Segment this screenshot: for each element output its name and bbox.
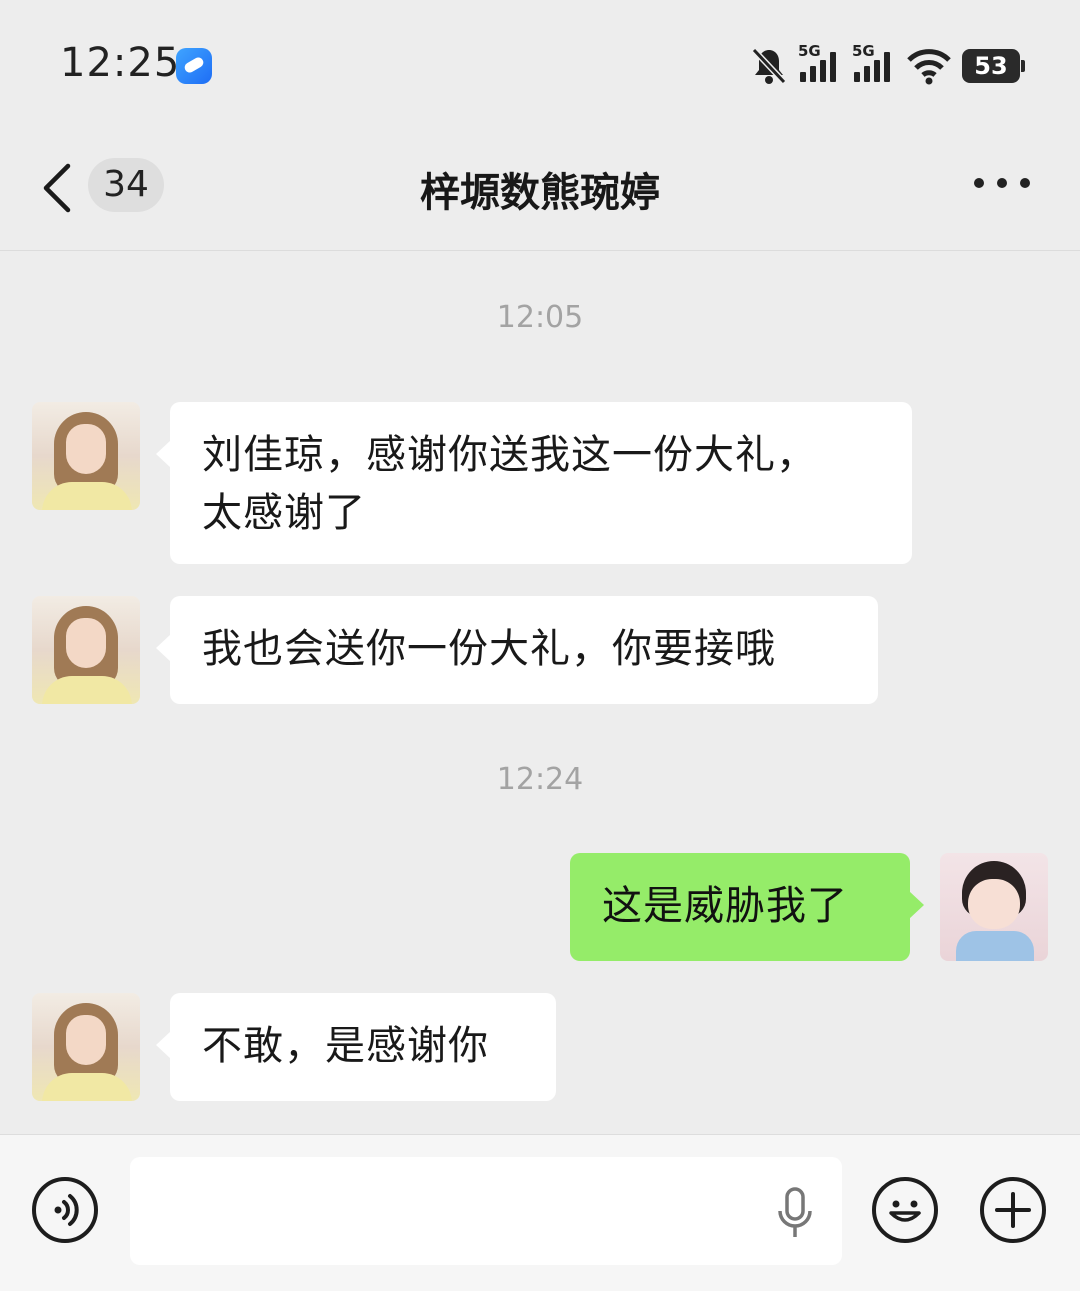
signal-label: 5G	[852, 42, 875, 60]
battery-level: 53	[974, 52, 1008, 80]
incoming-message-bubble[interactable]: 我也会送你一份大礼，你要接哦	[156, 596, 878, 704]
system-icons: 5G 5G 53	[750, 42, 1025, 88]
emoji-icon[interactable]	[872, 1177, 938, 1243]
microphone-icon[interactable]	[776, 1187, 814, 1241]
message-timestamp: 12:24	[496, 762, 584, 797]
contact-avatar[interactable]	[32, 402, 140, 510]
status-bar: 12:25 5G 5G 53	[0, 0, 1080, 130]
outgoing-message-bubble[interactable]: 这是威胁我了	[570, 853, 924, 961]
incoming-message-bubble[interactable]: 不敢，是感谢你	[156, 993, 556, 1101]
message-text: 这是威胁我了	[602, 883, 848, 929]
incoming-message-bubble[interactable]: 刘佳琼，感谢你送我这一份大礼， 太感谢了	[156, 402, 912, 564]
app-icon	[176, 48, 212, 84]
message-text-line: 刘佳琼，感谢你送我这一份大礼，	[202, 432, 817, 478]
battery-icon: 53	[962, 49, 1025, 83]
signal-icon: 5G	[798, 42, 842, 86]
message-text-line: 太感谢了	[202, 490, 366, 536]
contact-avatar[interactable]	[32, 993, 140, 1101]
status-time: 12:25	[60, 40, 181, 86]
voice-mode-icon[interactable]	[32, 1177, 98, 1243]
message-text: 不敢，是感谢你	[202, 1023, 489, 1069]
message-timestamp: 12:05	[496, 300, 584, 335]
mute-bell-icon	[751, 47, 787, 85]
signal-label: 5G	[798, 42, 821, 60]
wifi-icon	[907, 49, 951, 85]
chat-title: 梓塬数熊琬婷	[420, 170, 660, 216]
more-dots-icon[interactable]	[974, 178, 1030, 192]
message-input[interactable]	[130, 1157, 842, 1265]
contact-avatar[interactable]	[32, 596, 140, 704]
chat-header: 34 梓塬数熊琬婷	[0, 130, 1080, 251]
plus-icon[interactable]	[980, 1177, 1046, 1243]
my-avatar[interactable]	[940, 853, 1048, 961]
input-bar	[0, 1134, 1080, 1291]
signal-icon: 5G	[852, 42, 896, 86]
message-text: 我也会送你一份大礼，你要接哦	[202, 626, 776, 672]
